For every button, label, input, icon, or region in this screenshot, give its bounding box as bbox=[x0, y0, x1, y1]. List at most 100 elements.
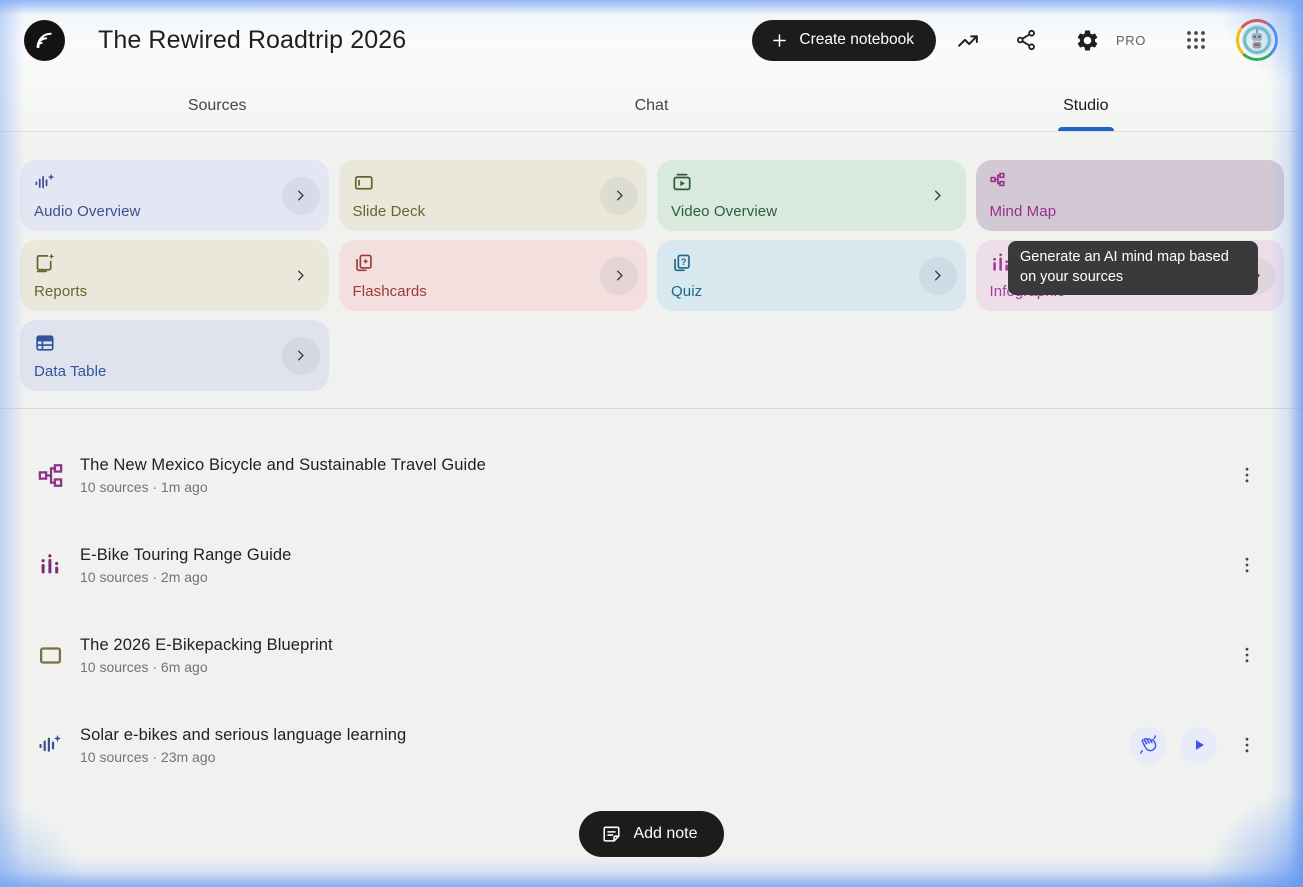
share-icon bbox=[1014, 28, 1038, 52]
active-tab-underline bbox=[1058, 127, 1114, 131]
card-slide-deck[interactable]: Slide Deck bbox=[339, 160, 648, 231]
data-table-icon bbox=[34, 332, 315, 354]
add-note-button[interactable]: Add note bbox=[579, 811, 723, 857]
card-label: Data Table bbox=[34, 363, 315, 380]
trending-up-icon bbox=[956, 28, 981, 53]
audio-waveform-icon bbox=[34, 172, 315, 194]
play-button[interactable] bbox=[1180, 727, 1217, 764]
mind-map-icon bbox=[38, 463, 64, 488]
list-item-mind-map[interactable]: The New Mexico Bicycle and Sustainable T… bbox=[0, 430, 1303, 520]
tab-studio[interactable]: Studio bbox=[869, 80, 1303, 131]
add-note-label: Add note bbox=[633, 825, 697, 843]
card-open-chevron-button[interactable] bbox=[600, 177, 638, 215]
quiz-icon: ? bbox=[671, 252, 952, 274]
more-options-button[interactable] bbox=[1231, 549, 1263, 581]
card-mind-map[interactable]: Mind Map bbox=[976, 160, 1285, 231]
google-apps-button[interactable] bbox=[1176, 20, 1216, 60]
note-title: Solar e-bikes and serious language learn… bbox=[80, 726, 406, 745]
pro-badge: PRO bbox=[1116, 33, 1146, 48]
more-options-button[interactable] bbox=[1231, 729, 1263, 761]
more-options-button[interactable] bbox=[1231, 639, 1263, 671]
card-audio-overview[interactable]: Audio Overview bbox=[20, 160, 329, 231]
mind-map-icon bbox=[990, 172, 1271, 187]
reports-icon bbox=[34, 252, 315, 274]
chevron-right-icon bbox=[611, 187, 628, 204]
note-title: E-Bike Touring Range Guide bbox=[80, 546, 291, 565]
plus-icon bbox=[770, 31, 789, 50]
play-icon bbox=[1190, 736, 1208, 754]
note-meta: 10 sources · 23m ago bbox=[80, 749, 406, 765]
header: The Rewired Roadtrip 2026 Create noteboo… bbox=[0, 0, 1303, 80]
card-open-chevron-button[interactable] bbox=[919, 177, 957, 215]
note-text: Solar e-bikes and serious language learn… bbox=[80, 726, 406, 765]
note-meta: 10 sources · 6m ago bbox=[80, 659, 333, 675]
svg-text:?: ? bbox=[681, 257, 687, 267]
chevron-right-icon bbox=[292, 267, 309, 284]
interactive-mode-button[interactable] bbox=[1129, 727, 1166, 764]
note-icon bbox=[601, 824, 622, 845]
more-options-button[interactable] bbox=[1231, 459, 1263, 491]
note-actions bbox=[1129, 727, 1263, 764]
note-meta: 10 sources · 2m ago bbox=[80, 569, 291, 585]
note-text: E-Bike Touring Range Guide 10 sources · … bbox=[80, 546, 291, 585]
note-actions bbox=[1231, 459, 1263, 491]
tab-bar: Sources Chat Studio bbox=[0, 80, 1303, 132]
studio-outputs-list: The New Mexico Bicycle and Sustainable T… bbox=[0, 409, 1303, 857]
notebooklm-logo[interactable] bbox=[24, 20, 65, 61]
card-label: Slide Deck bbox=[353, 203, 634, 220]
card-label: Quiz bbox=[671, 283, 952, 300]
card-label: Flashcards bbox=[353, 283, 634, 300]
notebook-title: The Rewired Roadtrip 2026 bbox=[98, 26, 406, 55]
chevron-right-icon bbox=[292, 347, 309, 364]
video-overview-icon bbox=[671, 172, 952, 194]
card-open-chevron-button[interactable] bbox=[600, 257, 638, 295]
note-text: The New Mexico Bicycle and Sustainable T… bbox=[80, 456, 486, 495]
tab-chat[interactable]: Chat bbox=[434, 80, 868, 131]
card-label: Video Overview bbox=[671, 203, 952, 220]
vertical-dots-icon bbox=[1237, 645, 1257, 665]
add-note-container: Add note bbox=[0, 811, 1303, 857]
chevron-right-icon bbox=[292, 187, 309, 204]
card-reports[interactable]: Reports bbox=[20, 240, 329, 311]
chevron-right-icon bbox=[929, 187, 946, 204]
card-video-overview[interactable]: Video Overview bbox=[657, 160, 966, 231]
tab-sources[interactable]: Sources bbox=[0, 80, 434, 131]
avatar-robot-image bbox=[1239, 22, 1275, 58]
vertical-dots-icon bbox=[1237, 555, 1257, 575]
card-quiz[interactable]: ? Quiz bbox=[657, 240, 966, 311]
slide-deck-icon bbox=[353, 172, 634, 194]
card-open-chevron-button[interactable] bbox=[282, 257, 320, 295]
notebooklm-page: The Rewired Roadtrip 2026 Create noteboo… bbox=[0, 0, 1303, 887]
list-item-audio-overview[interactable]: Solar e-bikes and serious language learn… bbox=[0, 700, 1303, 790]
note-title: The 2026 E-Bikepacking Blueprint bbox=[80, 636, 333, 655]
apps-grid-icon bbox=[1184, 28, 1208, 52]
create-notebook-button[interactable]: Create notebook bbox=[752, 20, 936, 61]
audio-waveform-icon bbox=[38, 733, 64, 758]
card-open-chevron-button[interactable] bbox=[919, 257, 957, 295]
card-data-table[interactable]: Data Table bbox=[20, 320, 329, 391]
share-button[interactable] bbox=[1006, 20, 1046, 60]
note-actions bbox=[1231, 549, 1263, 581]
card-open-chevron-button[interactable] bbox=[282, 177, 320, 215]
account-avatar[interactable] bbox=[1236, 19, 1278, 61]
chevron-right-icon bbox=[611, 267, 628, 284]
vertical-dots-icon bbox=[1237, 465, 1257, 485]
create-notebook-label: Create notebook bbox=[799, 31, 914, 49]
mind-map-tooltip: Generate an AI mind map based on your so… bbox=[1008, 241, 1258, 295]
analytics-button[interactable] bbox=[948, 20, 988, 60]
vertical-dots-icon bbox=[1237, 735, 1257, 755]
note-title: The New Mexico Bicycle and Sustainable T… bbox=[80, 456, 486, 475]
list-item-infographic[interactable]: E-Bike Touring Range Guide 10 sources · … bbox=[0, 520, 1303, 610]
list-item-slide-deck[interactable]: The 2026 E-Bikepacking Blueprint 10 sour… bbox=[0, 610, 1303, 700]
card-open-chevron-button[interactable] bbox=[282, 337, 320, 375]
slide-deck-icon bbox=[38, 643, 64, 668]
note-text: The 2026 E-Bikepacking Blueprint 10 sour… bbox=[80, 636, 333, 675]
note-actions bbox=[1231, 639, 1263, 671]
card-label: Audio Overview bbox=[34, 203, 315, 220]
card-flashcards[interactable]: Flashcards bbox=[339, 240, 648, 311]
settings-gear-icon bbox=[1075, 28, 1100, 53]
tab-studio-label: Studio bbox=[1063, 97, 1108, 115]
card-label: Reports bbox=[34, 283, 315, 300]
tab-sources-label: Sources bbox=[188, 97, 247, 115]
settings-button[interactable] bbox=[1067, 20, 1107, 60]
